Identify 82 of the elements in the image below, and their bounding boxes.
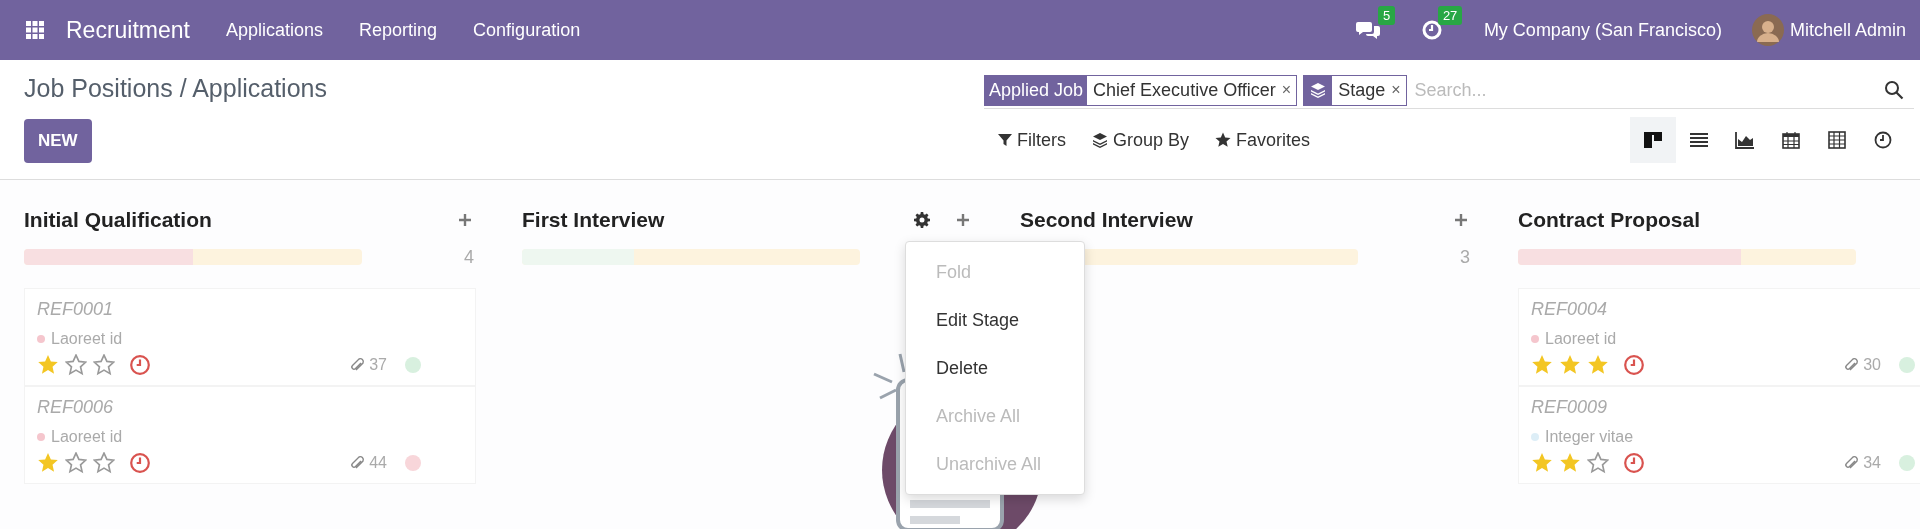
remove-facet-icon[interactable]: × bbox=[1281, 75, 1297, 105]
attachment-count: 34 bbox=[1863, 454, 1881, 472]
filter-icon bbox=[998, 133, 1012, 147]
card-reference: REF0004 bbox=[1531, 299, 1608, 319]
menu-item[interactable]: Edit Stage bbox=[906, 296, 1084, 344]
column-title: Contract Proposal bbox=[1518, 208, 1702, 232]
add-icon[interactable] bbox=[458, 213, 472, 227]
menu-item[interactable]: Delete bbox=[906, 344, 1084, 392]
star-icon[interactable] bbox=[1559, 452, 1581, 474]
new-button[interactable]: NEW bbox=[24, 119, 92, 163]
record-count: 4 bbox=[464, 246, 474, 268]
add-icon[interactable] bbox=[1454, 213, 1468, 227]
star-icon[interactable] bbox=[65, 354, 87, 376]
filter-facet[interactable]: Applied Job Chief Executive Officer × bbox=[984, 74, 1298, 106]
facet-label: Applied Job bbox=[985, 75, 1088, 105]
grid-icon bbox=[1827, 130, 1847, 150]
card-reference: REF0009 bbox=[1531, 397, 1608, 417]
chart-icon bbox=[1735, 130, 1755, 150]
status-dot[interactable] bbox=[1899, 357, 1915, 373]
card-reference: REF0006 bbox=[37, 397, 114, 417]
clock-icon[interactable] bbox=[1623, 452, 1645, 474]
status-dot[interactable] bbox=[405, 455, 421, 471]
add-icon[interactable] bbox=[956, 213, 970, 227]
chat-icon[interactable] bbox=[1355, 20, 1380, 40]
clock-icon bbox=[1873, 130, 1893, 150]
paperclip-icon bbox=[1843, 455, 1860, 471]
group-facet[interactable]: Stage × bbox=[1303, 74, 1407, 106]
paperclip-icon bbox=[349, 357, 366, 373]
card-reference: REF0001 bbox=[37, 299, 114, 319]
star-icon[interactable] bbox=[37, 452, 59, 474]
paperclip-icon bbox=[349, 455, 366, 471]
clock-icon[interactable] bbox=[129, 452, 151, 474]
tag-label: Laoreet id bbox=[51, 330, 123, 348]
avatar-icon[interactable] bbox=[1751, 14, 1784, 46]
user-menu[interactable]: Mitchell Admin bbox=[1789, 19, 1906, 41]
star-icon[interactable] bbox=[1531, 354, 1553, 376]
star-icon[interactable] bbox=[37, 354, 59, 376]
facet-value: Chief Executive Officer bbox=[1092, 78, 1277, 102]
star-icon[interactable] bbox=[1531, 452, 1553, 474]
apps-menu-icon[interactable] bbox=[26, 21, 44, 39]
tag-label: Laoreet id bbox=[51, 428, 123, 446]
clock-icon[interactable] bbox=[129, 354, 151, 376]
star-icon[interactable] bbox=[1559, 354, 1581, 376]
attachment-count: 37 bbox=[369, 356, 387, 374]
status-dot[interactable] bbox=[1899, 455, 1915, 471]
tag-label: Laoreet id bbox=[1545, 330, 1617, 348]
column-title: Second Interview bbox=[1020, 208, 1194, 232]
company-switcher[interactable]: My Company (San Francisco) bbox=[1483, 19, 1722, 41]
layers-icon bbox=[1310, 82, 1327, 98]
paperclip-icon bbox=[1843, 357, 1860, 373]
breadcrumb: Job Positions / Applications bbox=[24, 74, 327, 103]
tag-label: Integer vitae bbox=[1545, 428, 1634, 446]
star-icon bbox=[1215, 132, 1232, 148]
calendar-icon bbox=[1781, 130, 1801, 150]
facet-value: Stage bbox=[1337, 78, 1387, 102]
menu-item[interactable]: Reporting bbox=[359, 19, 438, 41]
star-icon[interactable] bbox=[93, 452, 115, 474]
menu-item[interactable]: Applications bbox=[226, 19, 324, 41]
column-title: First Interview bbox=[522, 208, 666, 232]
attachment-count: 44 bbox=[369, 454, 387, 472]
kanban-icon bbox=[1643, 130, 1663, 150]
star-icon[interactable] bbox=[65, 452, 87, 474]
column-title: Initial Qualification bbox=[24, 208, 213, 232]
attachment-count: 30 bbox=[1863, 356, 1881, 374]
search-icon[interactable] bbox=[1884, 80, 1904, 100]
star-icon[interactable] bbox=[93, 354, 115, 376]
star-icon[interactable] bbox=[1587, 354, 1609, 376]
list-icon bbox=[1689, 130, 1709, 150]
count-badge: 27 bbox=[1437, 6, 1463, 25]
app-name[interactable]: Recruitment bbox=[66, 16, 190, 44]
star-icon[interactable] bbox=[1587, 452, 1609, 474]
favorite-toggle[interactable]: Favorites bbox=[1215, 129, 1311, 151]
layers-icon bbox=[1092, 132, 1108, 148]
count-badge: 5 bbox=[1377, 6, 1396, 25]
status-dot[interactable] bbox=[405, 357, 421, 373]
remove-facet-icon[interactable]: × bbox=[1391, 75, 1406, 105]
clock-icon[interactable] bbox=[1623, 354, 1645, 376]
record-count: 3 bbox=[1460, 246, 1470, 268]
settings-icon[interactable] bbox=[914, 212, 930, 228]
menu-item[interactable]: Configuration bbox=[473, 19, 581, 41]
filter-toggle[interactable]: Filters bbox=[998, 129, 1066, 151]
kanban-view-button[interactable] bbox=[1630, 117, 1676, 163]
